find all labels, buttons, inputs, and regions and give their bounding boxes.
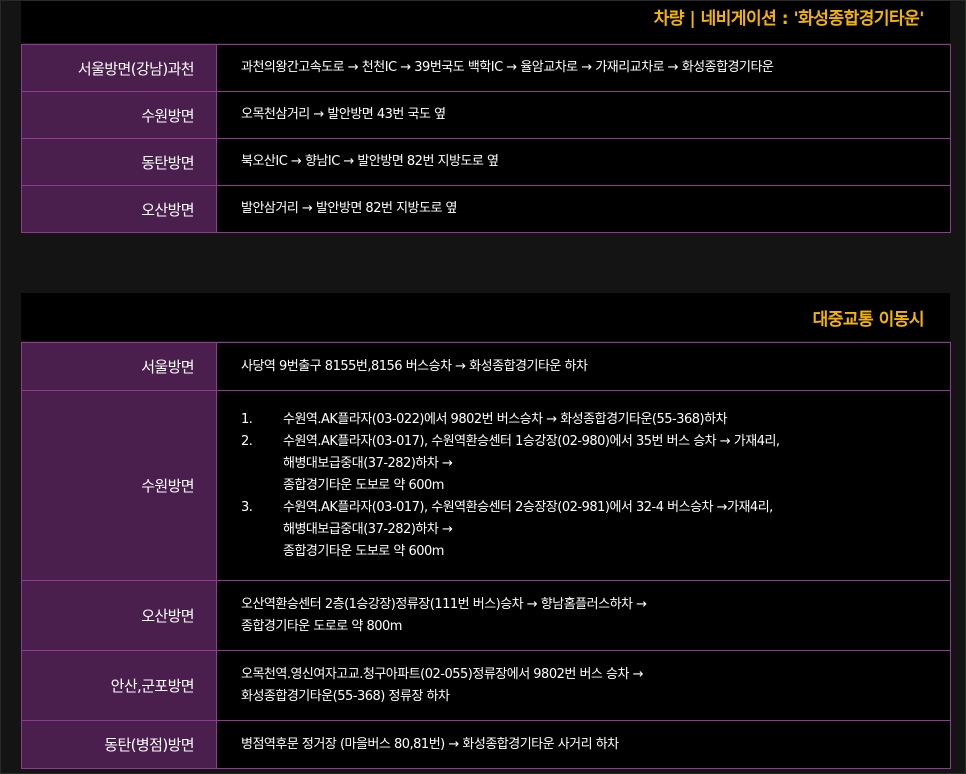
list-item: 2. 수원역.AK플라자(03-017), 수원역환승센터 1승강장(02-98… [241,431,950,497]
list-item: 3. 수원역.AK플라자(03-017), 수원역환승센터 2승장장(02-98… [241,497,950,563]
transit-section-title: 대중교통 이동시 [21,293,950,341]
table-row: 수원방면 오목천삼거리 → 발안방면 43번 국도 옆 [21,91,951,139]
row-label: 오산방면 [21,580,217,651]
table-row: 서울방면 사당역 9번출구 8155번,8156 버스승차 → 화성종합경기타운… [21,342,951,391]
row-label: 수원방면 [21,91,217,139]
row-label: 동탄(병점)방면 [21,720,217,769]
row-label: 동탄방면 [21,138,217,186]
content-line: 화성종합경기타운(55-368) 정류장 하차 [241,688,450,704]
list-item: 1. 수원역.AK플라자(03-022)에서 9802번 버스승차 → 화성종합… [241,409,950,431]
step-number: 3. [241,499,253,515]
row-label: 서울방면 [21,342,217,391]
table-row: 동탄방면 북오산IC → 향남IC → 발안방면 82번 지방도로 옆 [21,138,951,186]
row-content: 과천의왕간고속도로 → 천천IC → 39번국도 백학IC → 율암교차로 → … [216,44,951,92]
step-line: 종합경기타운 도보로 약 600m [283,543,444,559]
table-row: 서울방면(강남)과천 과천의왕간고속도로 → 천천IC → 39번국도 백학IC… [21,44,951,92]
step-number: 2. [241,433,253,449]
table-row: 동탄(병점)방면 병점역후문 정거장 (마을버스 80,81번) → 화성종합경… [21,720,951,769]
row-content: 병점역후문 정거장 (마을버스 80,81번) → 화성종합경기타운 사거리 하… [216,720,951,769]
table-row: 오산방면 발안삼거리 → 발안방면 82번 지방도로 옆 [21,185,951,233]
row-content: 1. 수원역.AK플라자(03-022)에서 9802번 버스승차 → 화성종합… [216,390,951,581]
row-content: 사당역 9번출구 8155번,8156 버스승차 → 화성종합경기타운 하차 [216,342,951,391]
route-step-list: 1. 수원역.AK플라자(03-022)에서 9802번 버스승차 → 화성종합… [241,409,950,563]
row-label: 오산방면 [21,185,217,233]
step-line: 해병대보급중대(37-282)하차 → [283,455,453,471]
step-line: 수원역.AK플라자(03-017), 수원역환승센터 2승장장(02-981)에… [283,499,773,515]
row-content: 오목천역.영신여자고교.청구아파트(02-055)정류장에서 9802번 버스 … [216,650,951,721]
row-content: 오목천삼거리 → 발안방면 43번 국도 옆 [216,91,951,139]
step-number: 1. [241,411,253,427]
table-row: 안산,군포방면 오목천역.영신여자고교.청구아파트(02-055)정류장에서 9… [21,650,951,721]
table-row: 수원방면 1. 수원역.AK플라자(03-022)에서 9802번 버스승차 →… [21,390,951,581]
step-line: 해병대보급중대(37-282)하차 → [283,521,453,537]
transit-route-table: 서울방면 사당역 9번출구 8155번,8156 버스승차 → 화성종합경기타운… [21,342,951,769]
row-content: 북오산IC → 향남IC → 발안방면 82번 지방도로 옆 [216,138,951,186]
table-row: 오산방면 오산역환승센터 2층(1승강장)정류장(111번 버스)승차 → 향남… [21,580,951,651]
car-route-table: 서울방면(강남)과천 과천의왕간고속도로 → 천천IC → 39번국도 백학IC… [21,44,951,233]
row-label: 수원방면 [21,390,217,581]
step-line: 수원역.AK플라자(03-022)에서 9802번 버스승차 → 화성종합경기타… [283,411,728,427]
step-line: 수원역.AK플라자(03-017), 수원역환승센터 1승강장(02-980)에… [283,433,780,449]
car-section-title: 차량 | 네비게이션 : '화성종합경기타운' [21,1,950,43]
row-content: 오산역환승센터 2층(1승강장)정류장(111번 버스)승차 → 향남홈플러스하… [216,580,951,651]
row-label: 서울방면(강남)과천 [21,44,217,92]
content-line: 오산역환승센터 2층(1승강장)정류장(111번 버스)승차 → 향남홈플러스하… [241,596,647,612]
step-line: 종합경기타운 도보로 약 600m [283,477,444,493]
page-frame: 차량 | 네비게이션 : '화성종합경기타운' 서울방면(강남)과천 과천의왕간… [0,0,966,774]
row-content: 발안삼거리 → 발안방면 82번 지방도로 옆 [216,185,951,233]
content-line: 종합경기타운 도로로 약 800m [241,618,402,634]
content-line: 오목천역.영신여자고교.청구아파트(02-055)정류장에서 9802번 버스 … [241,666,643,682]
row-label: 안산,군포방면 [21,650,217,721]
